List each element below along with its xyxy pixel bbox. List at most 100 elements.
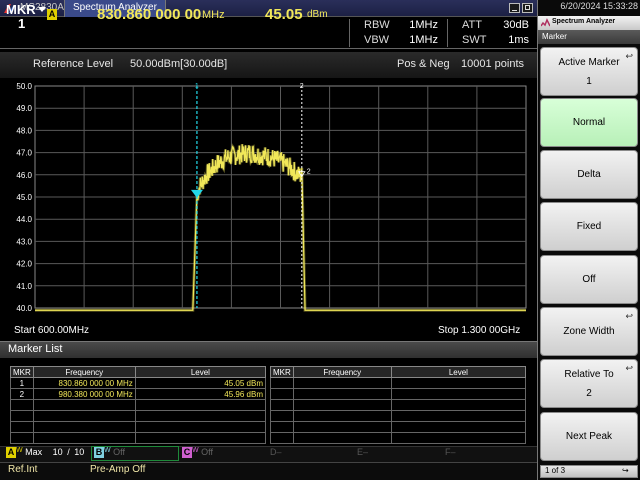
header-divider [349,19,350,47]
y-tick-label: 50.0 [16,82,32,91]
softkey-label: Next Peak [565,431,613,442]
column-header: Level [390,366,527,378]
y-tick-label: 44.0 [16,215,32,224]
att-label: ATT [462,19,482,31]
y-tick-label: 40.0 [16,304,32,313]
table-row [270,377,527,389]
zone-width-button[interactable]: ↩ Zone Width [540,307,638,356]
marker-level: 45.05 [265,6,303,23]
date-time: 6/20/2024 15:33:28 [560,1,638,11]
marker-list-title: Marker List [8,343,63,355]
column-header: Frequency [32,366,136,378]
header-divider [447,19,448,47]
table-row [270,432,527,444]
next-peak-button[interactable]: Next Peak [540,412,638,461]
swt-label: SWT [462,34,487,46]
trace-d-status[interactable]: D– [270,447,282,463]
softkey-value: 2 [586,387,592,399]
trace-e-state: – [363,447,369,457]
trace-c-sup: W [192,447,199,454]
table-row [270,399,527,411]
marker-1-label: 1 [195,83,199,90]
spectrum-analyzer-icon [541,18,550,27]
marker-frequency-cell: 830.860 000 00 MHz [32,377,136,389]
y-tick-label: 41.0 [16,282,32,291]
marker-level-unit: dBm [307,9,328,20]
trace-a-badge: A [6,447,16,459]
marker-frequency-cell: 980.380 000 00 MHz [32,388,136,400]
softkey-label: Delta [577,169,601,180]
marker-table-left: MKR Frequency Level 1 830.860 000 00 MHz… [10,366,267,444]
trace-f-status[interactable]: F– [445,447,456,463]
softkey-label: Normal [572,117,606,128]
y-tick-label: 42.0 [16,260,32,269]
minimize-icon[interactable] [509,3,520,13]
maximize-icon[interactable] [522,3,533,13]
start-frequency: Start 600.00MHz [14,325,90,336]
trace-b-status[interactable]: BW Off [94,447,125,463]
marker-frequency: 830.860 000 00 [97,6,202,23]
table-row [270,410,527,422]
status-bar [0,462,537,480]
trace-f-state: – [450,447,456,457]
trace-c-state: Off [201,447,213,457]
att-value: 30dB [503,19,529,31]
table-row [10,410,267,422]
relative-to-button[interactable]: ↩ Relative To 2 [540,359,638,408]
active-marker-number: 1 [18,16,26,31]
trace-b-badge: B [94,447,104,459]
next-page-icon[interactable]: ↪ [622,466,629,475]
delta-button[interactable]: Delta [540,150,638,199]
y-tick-label: 49.0 [16,104,32,113]
trace-a-total: 10 [74,447,85,457]
submenu-arrow-icon: ↩ [625,311,633,321]
y-tick-label: 48.0 [16,126,32,135]
softkey-label: Active Marker [558,56,620,68]
y-tick-label: 47.0 [16,149,32,158]
active-marker-button[interactable]: ↩ Active Marker 1 [540,47,638,96]
trace-e-status[interactable]: E– [357,447,368,463]
column-header: Frequency [292,366,392,378]
trace-a-count: 10 [52,447,63,457]
y-tick-label: 45.0 [16,193,32,202]
marker-id: 1 [10,377,34,389]
detection-mode: Pos & Neg [397,58,450,70]
trace-c-badge: C [182,447,192,459]
marker-frequency-unit: MHz [202,9,225,21]
off-button[interactable]: Off [540,255,638,304]
trace-a-status[interactable]: AW Max 10 / 10 [6,447,84,463]
marker-level-cell: 45.05 dBm [134,377,267,389]
marker-id: 2 [10,388,34,400]
trace-a-sep: / [67,447,70,457]
reference-level-value: 50.00dBm[30.00dB] [130,58,228,70]
table-row[interactable]: 2 980.380 000 00 MHz 45.96 dBm [10,388,267,400]
softkey-label: Zone Width [563,326,615,337]
table-row [270,421,527,433]
trace-a-sup: W [16,447,23,454]
softkey-label: Fixed [576,221,602,232]
column-header: MKR [270,366,294,378]
vbw-value: 1MHz [409,34,438,46]
marker-label[interactable]: MKR [6,2,36,17]
trace-a-badge: A [47,9,57,20]
spectrum-plot[interactable]: 50.0 49.0 48.0 47.0 46.0 45.0 44.0 43.0 42.0 41.0… [8,78,536,318]
column-header: Level [134,366,267,378]
trace-b-sup: W [104,447,111,454]
panel-title: Spectrum Analyzer [552,18,616,25]
fixed-button[interactable]: Fixed [540,202,638,251]
swt-value: 1ms [508,34,529,46]
trace-c-status[interactable]: CW Off [182,447,213,463]
stop-frequency: Stop 1.300 00GHz [438,325,521,336]
table-row[interactable]: 1 830.860 000 00 MHz 45.05 dBm [10,377,267,389]
table-row [10,421,267,433]
marker-table-right: MKR Frequency Level [270,366,527,444]
normal-button[interactable]: Normal [540,98,638,147]
softkey-label: Off [582,274,596,285]
trace-points: 10001 points [461,58,524,70]
marker-level-cell: 45.96 dBm [134,388,267,400]
menu-title: Marker [542,32,567,41]
reference-source: Ref.Int [8,464,38,475]
marker-list-header [0,341,537,358]
marker-dropdown-icon[interactable] [38,7,46,12]
table-row [270,388,527,400]
